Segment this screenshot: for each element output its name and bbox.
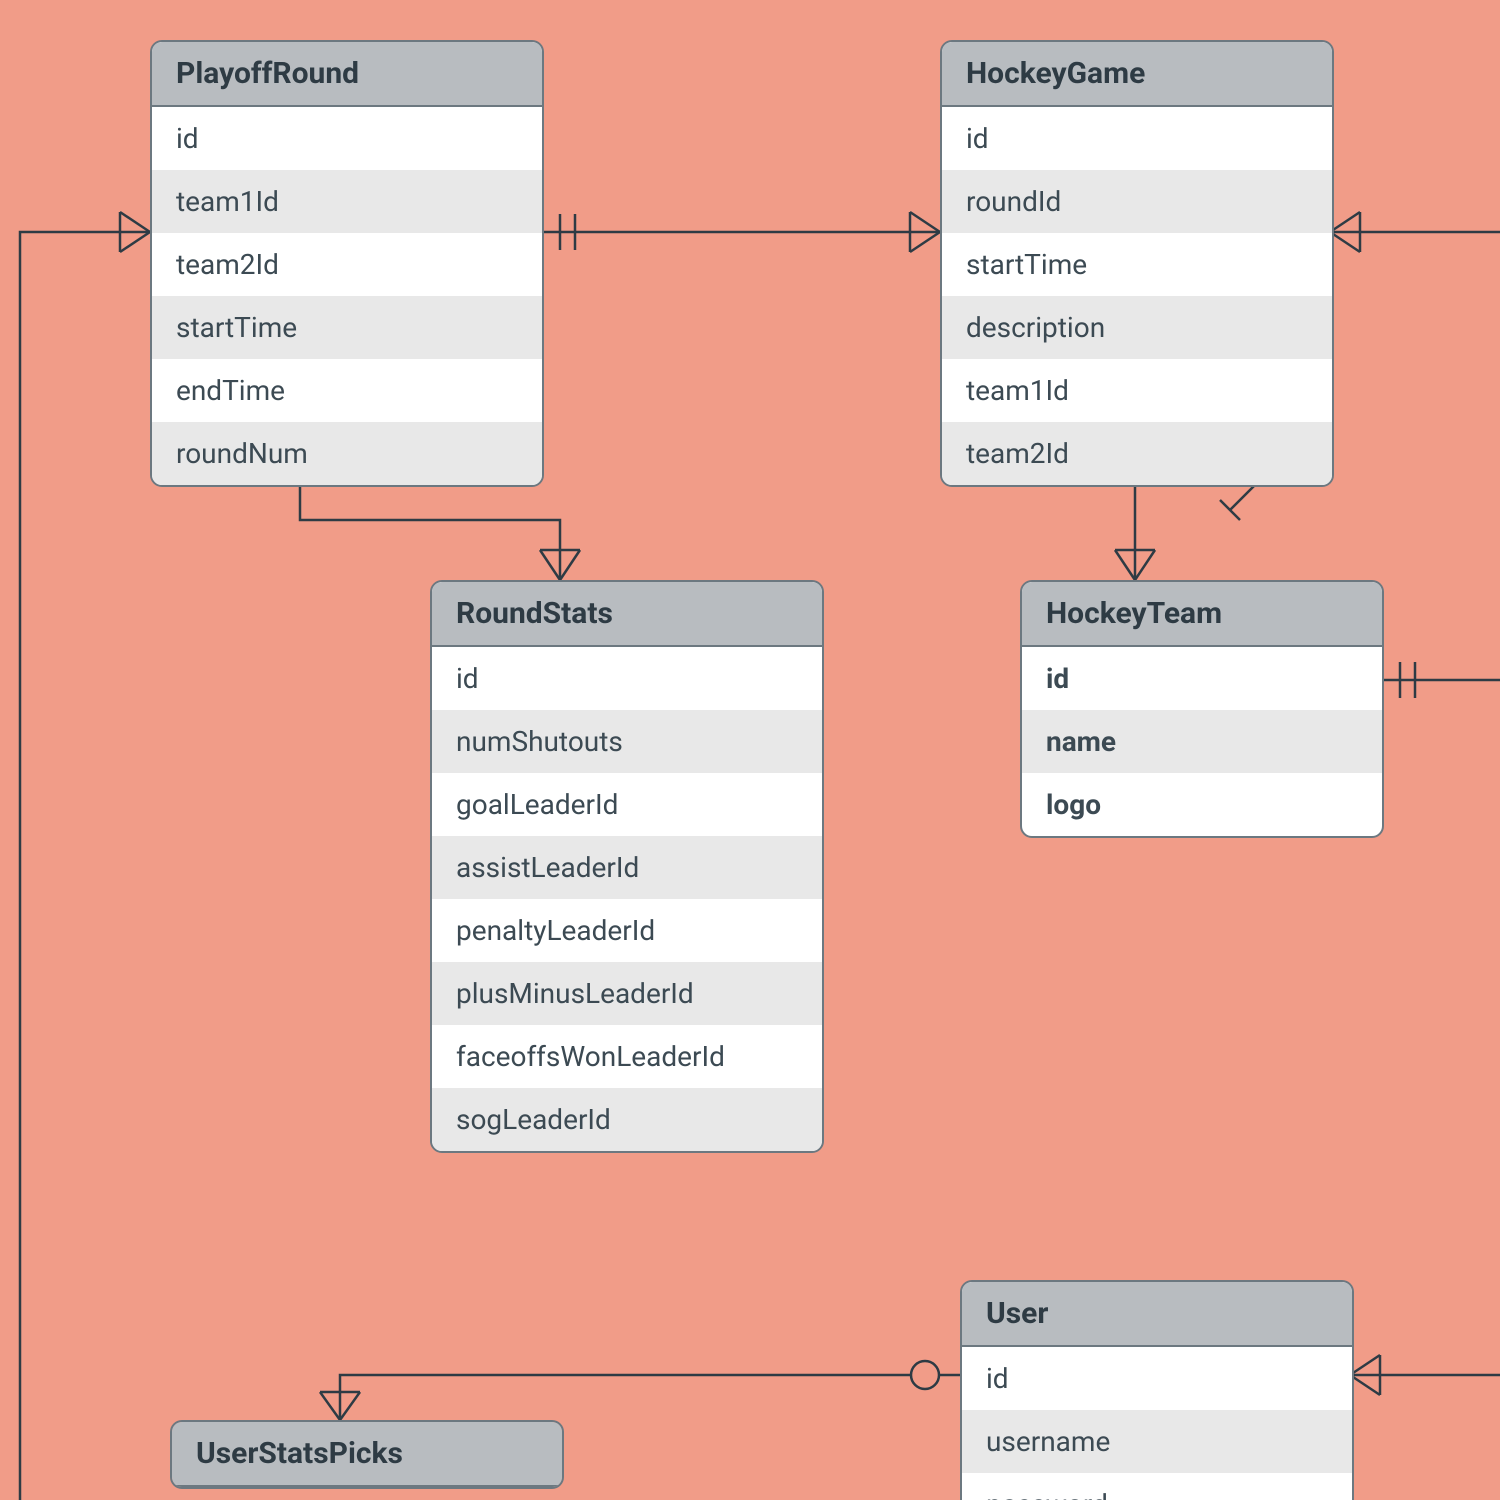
field: endTime	[152, 359, 542, 422]
field: startTime	[152, 296, 542, 359]
field: password	[962, 1473, 1352, 1500]
entity-title: PlayoffRound	[152, 42, 542, 107]
field: id	[152, 107, 542, 170]
entity-userstatspicks[interactable]: UserStatsPicks	[170, 1420, 564, 1489]
entity-title: RoundStats	[432, 582, 822, 647]
field: roundNum	[152, 422, 542, 485]
field: id	[1022, 647, 1382, 710]
field: startTime	[942, 233, 1332, 296]
entity-hockeygame[interactable]: HockeyGame id roundId startTime descript…	[940, 40, 1334, 487]
field: team1Id	[942, 359, 1332, 422]
entity-roundstats[interactable]: RoundStats id numShutouts goalLeaderId a…	[430, 580, 824, 1153]
field: sogLeaderId	[432, 1088, 822, 1151]
entity-title: HockeyGame	[942, 42, 1332, 107]
field: goalLeaderId	[432, 773, 822, 836]
entity-title: HockeyTeam	[1022, 582, 1382, 647]
entity-hockeyteam[interactable]: HockeyTeam id name logo	[1020, 580, 1384, 838]
entity-title: UserStatsPicks	[172, 1422, 562, 1487]
field: description	[942, 296, 1332, 359]
field: assistLeaderId	[432, 836, 822, 899]
entity-user[interactable]: User id username password	[960, 1280, 1354, 1500]
field: numShutouts	[432, 710, 822, 773]
entity-title: User	[962, 1282, 1352, 1347]
field: team2Id	[152, 233, 542, 296]
field: logo	[1022, 773, 1382, 836]
field: username	[962, 1410, 1352, 1473]
field: id	[942, 107, 1332, 170]
field: team1Id	[152, 170, 542, 233]
field: faceoffsWonLeaderId	[432, 1025, 822, 1088]
field: roundId	[942, 170, 1332, 233]
field: name	[1022, 710, 1382, 773]
field: penaltyLeaderId	[432, 899, 822, 962]
field: plusMinusLeaderId	[432, 962, 822, 1025]
field: id	[962, 1347, 1352, 1410]
entity-playoffround[interactable]: PlayoffRound id team1Id team2Id startTim…	[150, 40, 544, 487]
field: id	[432, 647, 822, 710]
field: team2Id	[942, 422, 1332, 485]
er-diagram: { "entities": { "playoffRound": { "title…	[0, 0, 1500, 1500]
